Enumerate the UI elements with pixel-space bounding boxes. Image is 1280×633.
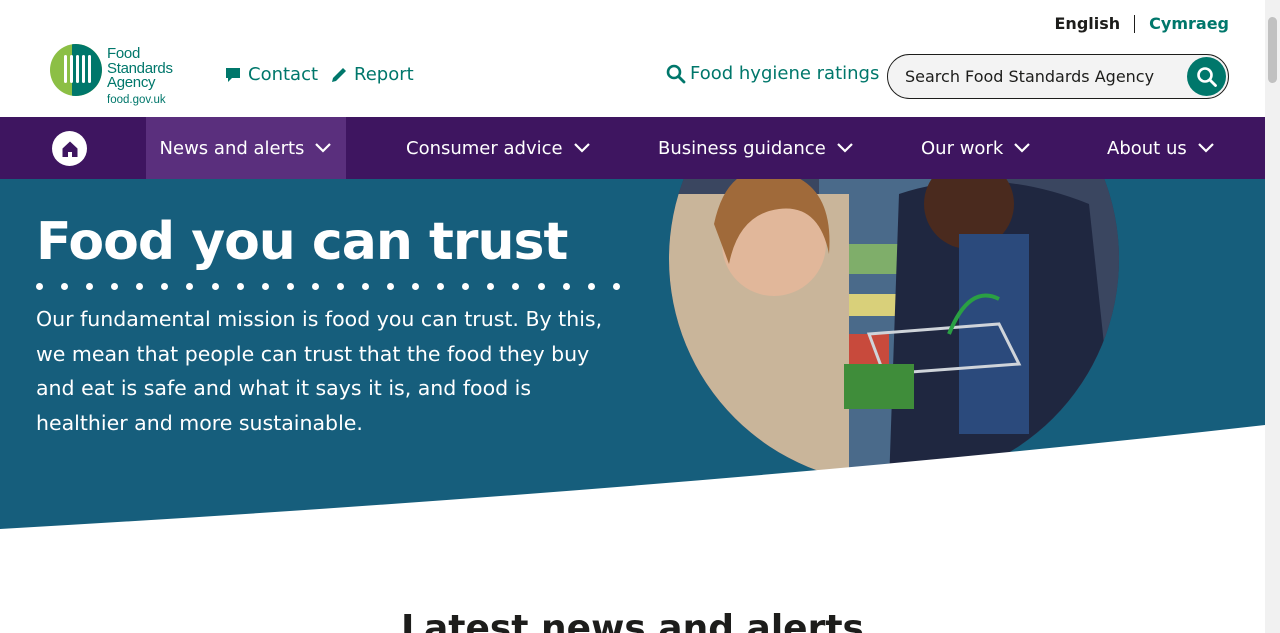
hero-banner: Food you can trust Our fundamental missi… — [0, 179, 1265, 531]
fork-icon — [50, 44, 102, 96]
search-input[interactable]: Search Food Standards Agency — [905, 67, 1154, 86]
contact-link[interactable]: Contact — [224, 64, 318, 85]
search-icon — [1196, 66, 1217, 87]
home-icon — [62, 141, 77, 157]
scrollbar-thumb[interactable] — [1268, 17, 1277, 83]
nav-about-us[interactable]: About us — [1107, 117, 1215, 179]
chevron-down-icon — [1014, 143, 1031, 153]
nav-news-and-alerts[interactable]: News and alerts — [146, 117, 346, 179]
language-welsh[interactable]: Cymraeg — [1149, 14, 1229, 33]
site-header: English Cymraeg Food Standards Agency fo… — [0, 0, 1265, 117]
language-english[interactable]: English — [1055, 14, 1121, 33]
nav-business-guidance[interactable]: Business guidance — [658, 117, 854, 179]
fsa-logo[interactable]: Food Standards Agency food.gov.uk — [50, 44, 185, 110]
main-navigation: News and alerts Consumer advice Business… — [0, 117, 1265, 179]
logo-url: food.gov.uk — [107, 94, 166, 106]
page-scrollbar[interactable] — [1265, 0, 1280, 633]
language-divider — [1134, 14, 1136, 33]
search-button[interactable] — [1187, 57, 1226, 96]
report-link[interactable]: Report — [330, 64, 414, 85]
chat-icon — [226, 67, 240, 82]
search-field[interactable]: Search Food Standards Agency — [887, 54, 1229, 99]
home-button[interactable] — [52, 131, 87, 166]
chevron-down-icon — [573, 143, 590, 153]
latest-news-heading: Latest news and alerts — [401, 608, 864, 633]
nav-our-work[interactable]: Our work — [921, 117, 1031, 179]
chevron-down-icon — [315, 143, 332, 153]
search-icon — [666, 64, 686, 83]
logo-wordmark: Food Standards Agency — [107, 45, 173, 91]
pencil-icon — [332, 67, 346, 82]
language-switcher: English Cymraeg — [1055, 14, 1230, 33]
hero-wave — [0, 425, 1265, 531]
food-hygiene-ratings-link[interactable]: Food hygiene ratings — [666, 63, 879, 84]
chevron-down-icon — [1197, 143, 1214, 153]
nav-consumer-advice[interactable]: Consumer advice — [406, 117, 591, 179]
chevron-down-icon — [836, 143, 853, 153]
